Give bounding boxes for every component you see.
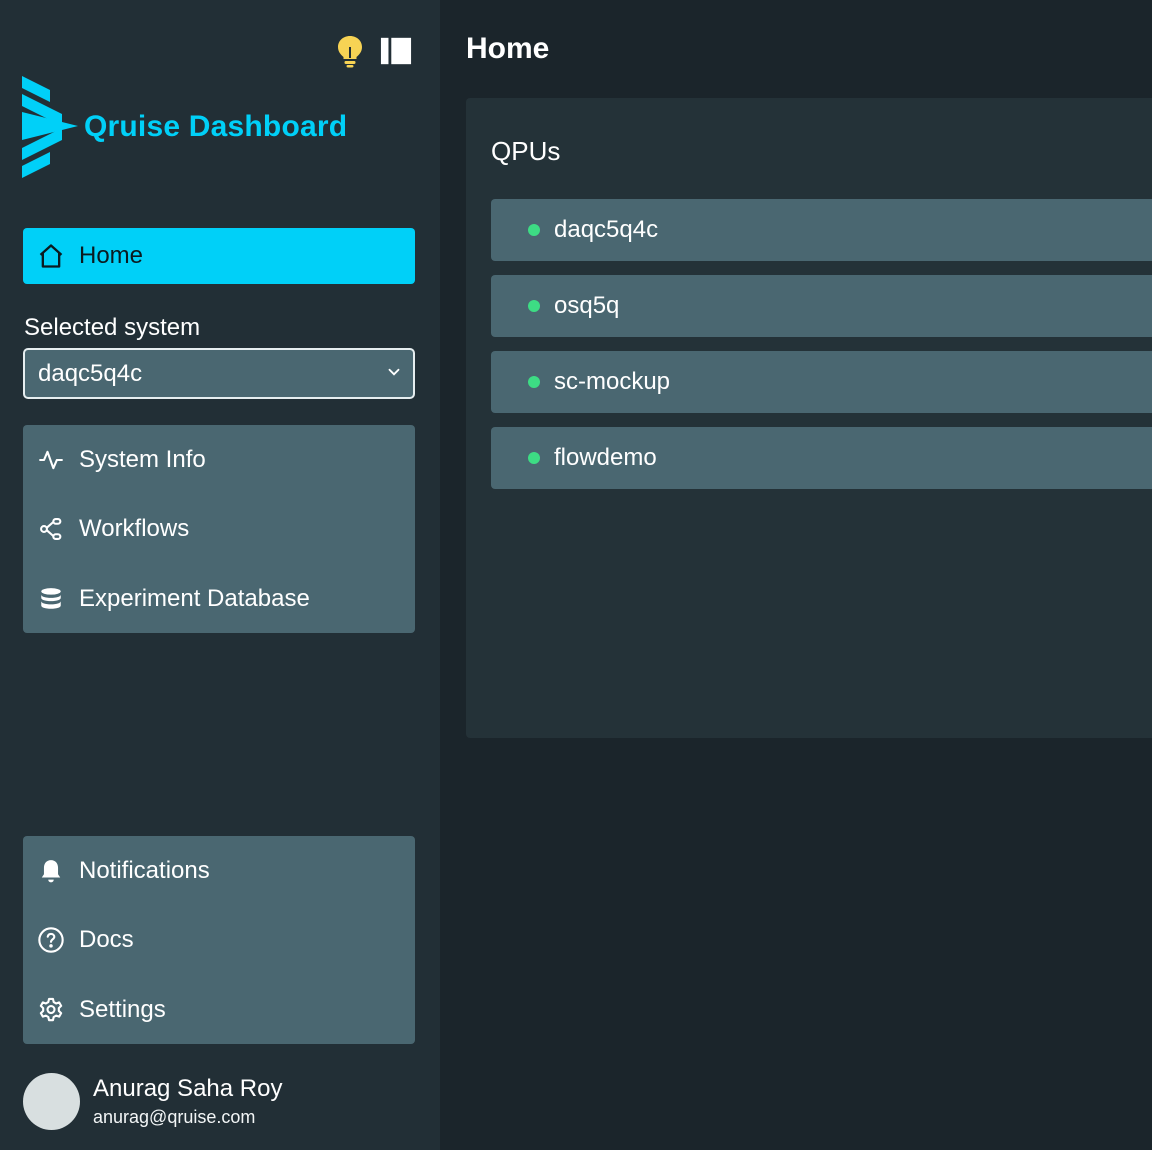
brand[interactable]: Qruise Dashboard [22, 76, 347, 178]
database-icon [37, 585, 65, 613]
sidebar-top-icons [334, 34, 412, 68]
nav-item-workflows[interactable]: Workflows [23, 495, 415, 565]
nav-home-button[interactable]: Home [23, 228, 415, 284]
nav-item-label: Notifications [79, 856, 210, 884]
qpus-title: QPUs [491, 136, 561, 166]
qpu-name: flowdemo [554, 444, 657, 471]
nav-secondary: Notifications Docs Settings [23, 836, 415, 1044]
activity-icon [37, 446, 65, 474]
nav-item-label: Experiment Database [79, 584, 310, 612]
qpu-item-daqc5q4c[interactable]: daqc5q4c [491, 199, 1152, 261]
qpu-item-osq5q[interactable]: osq5q [491, 275, 1152, 337]
user-email: anurag@qruise.com [93, 1106, 256, 1127]
qpu-name: sc-mockup [554, 368, 671, 395]
status-online-icon [528, 300, 540, 312]
user-profile[interactable]: Anurag Saha Roy anurag@qruise.com [23, 1073, 282, 1130]
sidebar-toggle-icon[interactable] [380, 34, 412, 68]
home-icon [37, 242, 65, 270]
user-name: Anurag Saha Roy [93, 1074, 283, 1102]
nav-item-docs[interactable]: Docs [23, 906, 415, 976]
nav-primary: System Info Workflows Experiment Databas… [23, 425, 415, 633]
avatar [23, 1073, 80, 1130]
qpu-name: daqc5q4c [554, 216, 659, 243]
page-title: Home [466, 32, 550, 65]
bell-icon [37, 857, 65, 885]
gear-icon [37, 996, 65, 1024]
nav-item-label: Workflows [79, 515, 190, 543]
status-online-icon [528, 224, 540, 236]
qpu-item-flowdemo[interactable]: flowdemo [491, 427, 1152, 489]
workflow-icon [37, 515, 65, 543]
chevron-down-icon [385, 360, 403, 388]
qruise-logo-icon [22, 76, 78, 178]
nav-item-system-info[interactable]: System Info [23, 425, 415, 495]
help-circle-icon [37, 926, 65, 954]
nav-item-label: System Info [79, 445, 206, 473]
selected-system-label: Selected system [24, 314, 201, 341]
status-online-icon [528, 452, 540, 464]
lightbulb-icon[interactable] [334, 34, 366, 68]
nav-home-label: Home [79, 242, 144, 269]
system-select-value: daqc5q4c [38, 359, 143, 387]
qpus-panel: QPUs daqc5q4c osq5q sc-mockup flowdemo [466, 98, 1152, 738]
status-online-icon [528, 376, 540, 388]
qpu-list: daqc5q4c osq5q sc-mockup flowdemo [491, 199, 1152, 503]
nav-item-label: Docs [79, 926, 134, 954]
brand-title: Qruise Dashboard [84, 110, 348, 143]
qpu-name: osq5q [554, 292, 620, 319]
nav-item-label: Settings [79, 995, 166, 1023]
nav-item-experiment-database[interactable]: Experiment Database [23, 564, 415, 634]
user-text: Anurag Saha Roy anurag@qruise.com [93, 1074, 282, 1130]
qpu-item-sc-mockup[interactable]: sc-mockup [491, 351, 1152, 413]
sidebar: Qruise Dashboard Home Selected system da… [0, 0, 440, 1150]
system-select[interactable]: daqc5q4c [23, 348, 415, 399]
nav-item-settings[interactable]: Settings [23, 975, 415, 1045]
app-root: Qruise Dashboard Home Selected system da… [0, 0, 1152, 1150]
nav-item-notifications[interactable]: Notifications [23, 836, 415, 906]
